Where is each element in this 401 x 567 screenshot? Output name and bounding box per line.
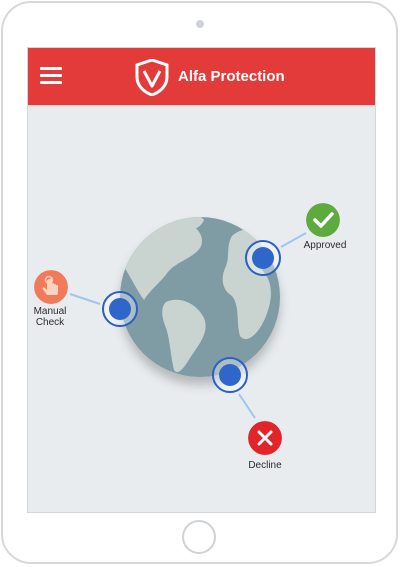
app-title: Alfa Protection	[178, 68, 285, 85]
approved-label: Approved	[303, 240, 347, 251]
manual-check-label: Manual Check	[22, 306, 78, 328]
manual-label-line2: Check	[35, 317, 65, 328]
manual-label-line1: Manual	[33, 306, 67, 317]
home-button[interactable]	[182, 520, 216, 554]
close-x-icon	[248, 421, 282, 455]
decline-label: Decline	[248, 460, 282, 471]
check-icon	[306, 203, 340, 237]
camera	[196, 20, 204, 28]
hand-pointer-icon	[34, 270, 68, 304]
app-header: Alfa Protection	[28, 48, 375, 105]
hamburger-menu-icon[interactable]	[40, 67, 62, 85]
app-screen: Alfa Protection	[27, 47, 376, 513]
shield-v-logo-icon	[135, 59, 169, 96]
